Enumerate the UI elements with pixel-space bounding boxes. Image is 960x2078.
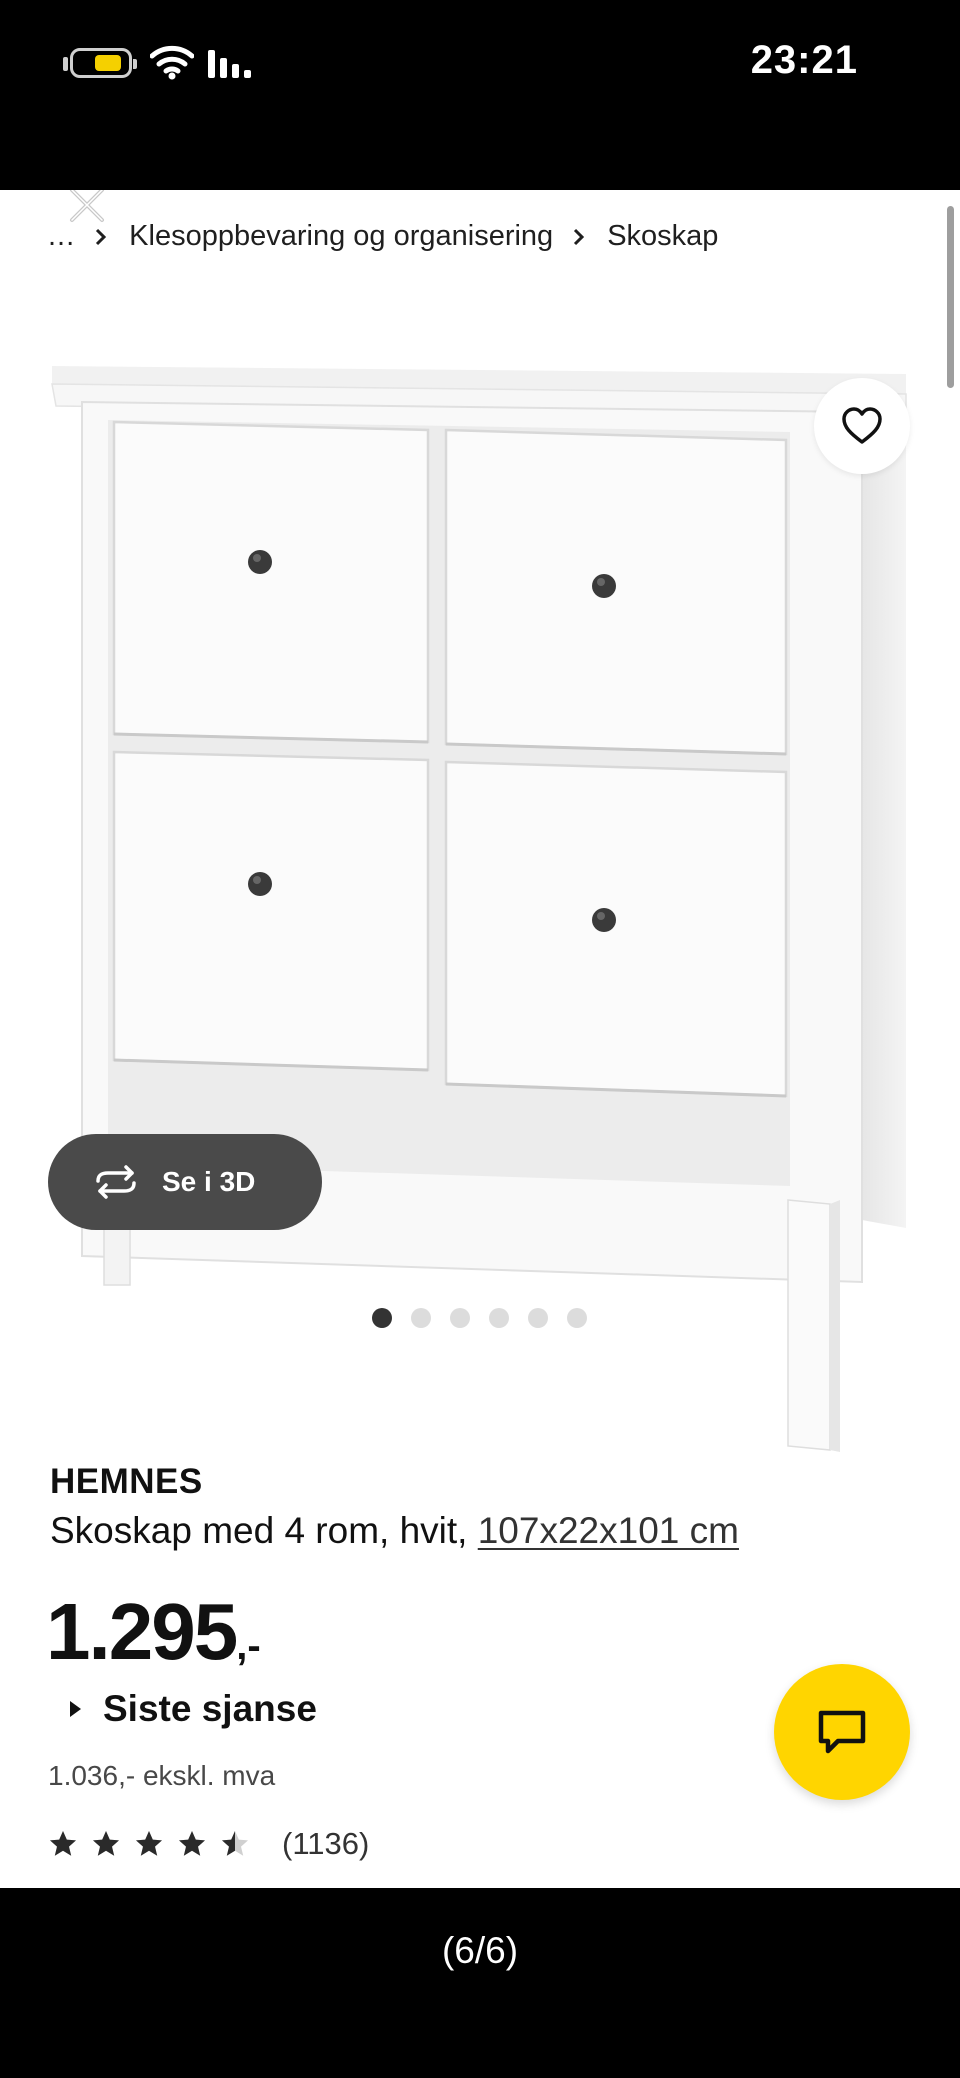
wifi-icon — [150, 45, 194, 80]
last-chance-toggle[interactable]: Siste sjanse — [70, 1688, 317, 1730]
last-chance-label: Siste sjanse — [103, 1688, 317, 1729]
gallery-dot[interactable] — [372, 1308, 392, 1328]
breadcrumb-ellipsis[interactable]: ... — [48, 220, 75, 253]
status-time: 23:21 — [750, 38, 858, 82]
breadcrumb: ... Klesoppbevaring og organisering Skos… — [48, 220, 718, 253]
price-suffix: ,- — [236, 1624, 261, 1668]
price-main: 1.295 — [46, 1587, 238, 1676]
view-3d-label: Se i 3D — [162, 1166, 256, 1197]
gallery-dot[interactable] — [528, 1308, 548, 1328]
product-dimensions-link[interactable]: 107x22x101 cm — [478, 1510, 739, 1551]
product-page[interactable]: ... Klesoppbevaring og organisering Skos… — [0, 190, 960, 1888]
product-name: HEMNES — [50, 1462, 203, 1501]
star-icon — [136, 1831, 162, 1856]
gallery-dot[interactable] — [489, 1308, 509, 1328]
half-star-icon — [222, 1831, 248, 1856]
page-counter: (6/6) — [441, 1930, 519, 1971]
gallery-pagination — [372, 1308, 587, 1328]
rating-count: (1136) — [282, 1826, 370, 1861]
gallery-dot[interactable] — [567, 1308, 587, 1328]
chevron-right-icon — [574, 228, 585, 245]
price-ex-vat: 1.036,- ekskl. mva — [48, 1760, 276, 1791]
product-rating[interactable]: (1136) — [48, 1826, 369, 1862]
bottom-bar: (6/6) — [0, 1888, 960, 2078]
rotate-3d-icon — [96, 1165, 136, 1199]
favorite-button[interactable] — [814, 378, 910, 474]
chevron-right-icon — [96, 228, 107, 245]
status-bar: 23:21 — [0, 0, 960, 190]
star-icon — [179, 1831, 205, 1856]
chat-button[interactable] — [774, 1664, 910, 1800]
breadcrumb-item-skoskap[interactable]: Skoskap — [607, 220, 718, 253]
chat-icon — [818, 1710, 866, 1754]
view-3d-button[interactable]: Se i 3D — [48, 1134, 322, 1230]
star-icon — [50, 1831, 76, 1856]
battery-icon — [63, 48, 137, 78]
caret-right-icon — [70, 1701, 81, 1717]
gallery-dot[interactable] — [411, 1308, 431, 1328]
breadcrumb-item-klesoppbevaring[interactable]: Klesoppbevaring og organisering — [129, 220, 553, 253]
heart-icon — [842, 407, 882, 444]
signal-icon — [208, 50, 251, 78]
product-price: 1.295,- — [46, 1586, 261, 1678]
gallery-dot[interactable] — [450, 1308, 470, 1328]
rating-stars — [48, 1829, 250, 1859]
star-icon — [93, 1831, 119, 1856]
product-description: Skoskap med 4 rom, hvit, 107x22x101 cm — [50, 1510, 739, 1552]
product-description-text: Skoskap med 4 rom, hvit, — [50, 1510, 468, 1551]
